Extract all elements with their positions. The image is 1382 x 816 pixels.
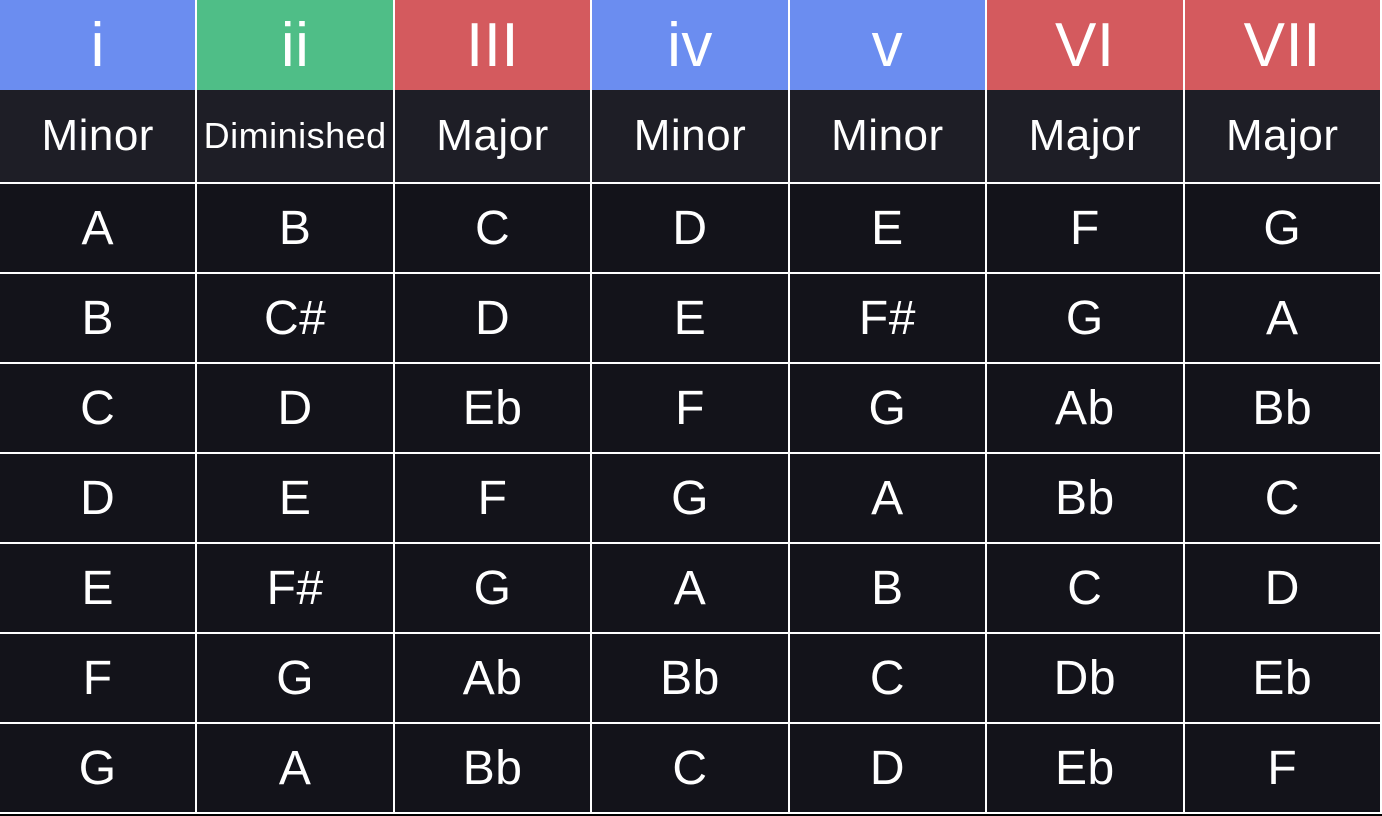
- chord-cell: F: [0, 634, 197, 724]
- quality-header-2: Diminished: [197, 90, 394, 184]
- chord-cell: C: [790, 634, 987, 724]
- chord-cell: E: [592, 274, 789, 364]
- chord-cell: C#: [197, 274, 394, 364]
- chord-cell: Bb: [395, 724, 592, 814]
- numeral-header-3: III: [395, 0, 592, 90]
- quality-header-5: Minor: [790, 90, 987, 184]
- chord-cell: D: [395, 274, 592, 364]
- chord-cell: C: [987, 544, 1184, 634]
- chord-cell: A: [790, 454, 987, 544]
- chord-cell: B: [0, 274, 197, 364]
- chord-cell: F: [395, 454, 592, 544]
- chord-cell: E: [790, 184, 987, 274]
- quality-header-1: Minor: [0, 90, 197, 184]
- chord-cell: Eb: [987, 724, 1184, 814]
- quality-header-7: Major: [1185, 90, 1382, 184]
- chord-cell: C: [0, 364, 197, 454]
- chord-cell: G: [395, 544, 592, 634]
- chord-cell: F: [592, 364, 789, 454]
- chord-cell: Eb: [1185, 634, 1382, 724]
- chord-cell: C: [592, 724, 789, 814]
- numeral-header-6: VI: [987, 0, 1184, 90]
- chord-cell: A: [1185, 274, 1382, 364]
- chord-cell: G: [0, 724, 197, 814]
- quality-header-4: Minor: [592, 90, 789, 184]
- chord-cell: Eb: [395, 364, 592, 454]
- numeral-header-1: i: [0, 0, 197, 90]
- chord-cell: F: [987, 184, 1184, 274]
- chord-cell: Bb: [1185, 364, 1382, 454]
- chord-cell: F#: [790, 274, 987, 364]
- chord-cell: Db: [987, 634, 1184, 724]
- chord-cell: B: [790, 544, 987, 634]
- chord-chart-grid: iiiIIIivvVIVIIMinorDiminishedMajorMinorM…: [0, 0, 1382, 816]
- chord-cell: Bb: [592, 634, 789, 724]
- chord-cell: G: [197, 634, 394, 724]
- chord-cell: D: [197, 364, 394, 454]
- chord-cell: D: [790, 724, 987, 814]
- chord-cell: B: [197, 184, 394, 274]
- chord-cell: A: [197, 724, 394, 814]
- chord-cell: A: [0, 184, 197, 274]
- chord-cell: G: [790, 364, 987, 454]
- chord-cell: D: [1185, 544, 1382, 634]
- chord-cell: D: [0, 454, 197, 544]
- chord-cell: D: [592, 184, 789, 274]
- chord-cell: C: [395, 184, 592, 274]
- numeral-header-7: VII: [1185, 0, 1382, 90]
- chord-cell: E: [197, 454, 394, 544]
- numeral-header-4: iv: [592, 0, 789, 90]
- chord-cell: G: [592, 454, 789, 544]
- chord-cell: Bb: [987, 454, 1184, 544]
- quality-header-6: Major: [987, 90, 1184, 184]
- chord-cell: C: [1185, 454, 1382, 544]
- numeral-header-5: v: [790, 0, 987, 90]
- quality-header-3: Major: [395, 90, 592, 184]
- chord-cell: E: [0, 544, 197, 634]
- chord-cell: Ab: [395, 634, 592, 724]
- chord-cell: Ab: [987, 364, 1184, 454]
- numeral-header-2: ii: [197, 0, 394, 90]
- chord-cell: G: [1185, 184, 1382, 274]
- chord-cell: F#: [197, 544, 394, 634]
- chord-cell: F: [1185, 724, 1382, 814]
- chord-cell: A: [592, 544, 789, 634]
- chord-cell: G: [987, 274, 1184, 364]
